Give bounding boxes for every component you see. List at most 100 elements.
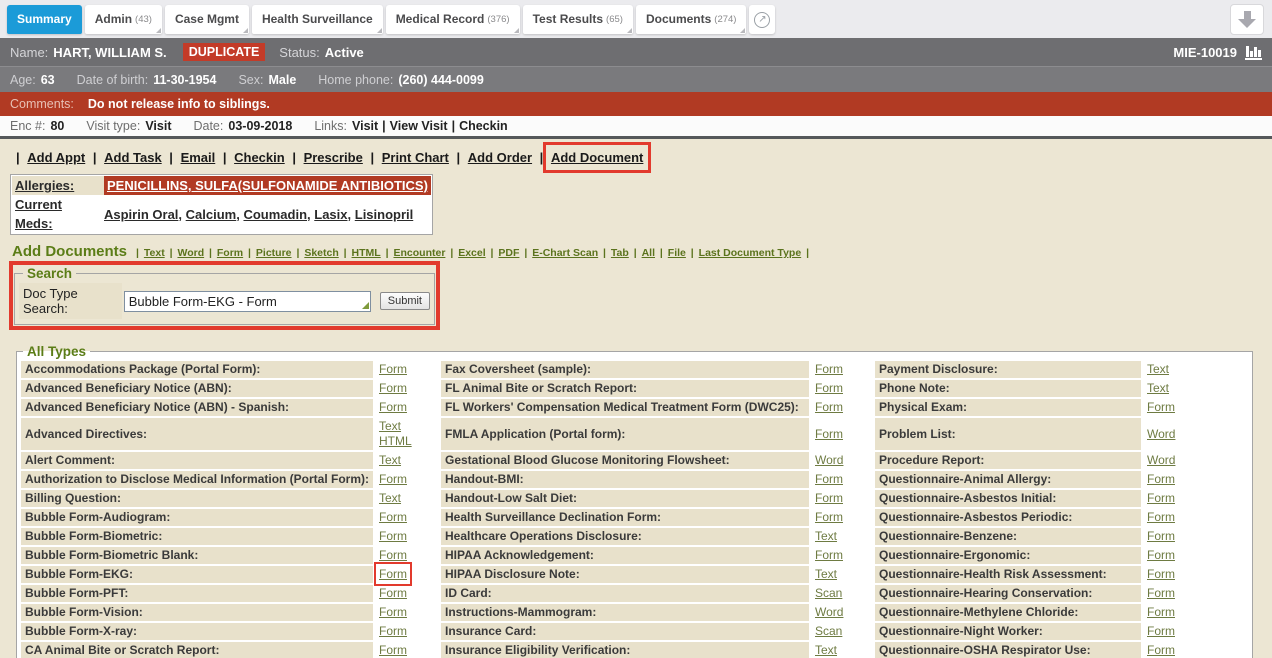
form-link[interactable]: Form bbox=[379, 643, 407, 657]
doc-type-label: Bubble Form-PFT: bbox=[21, 585, 373, 602]
form-link[interactable]: Form bbox=[815, 472, 843, 486]
doc-type-link-cell: Form bbox=[1143, 509, 1199, 526]
bar-chart-icon[interactable] bbox=[1245, 44, 1262, 60]
form-link[interactable]: Form bbox=[379, 624, 407, 638]
tab-health-surveillance[interactable]: Health Surveillance bbox=[252, 5, 383, 34]
scroll-down-button[interactable] bbox=[1230, 4, 1264, 35]
submit-button[interactable]: Submit bbox=[380, 292, 430, 310]
med-link-aspirin-oral[interactable]: Aspirin Oral bbox=[104, 207, 178, 222]
documents-popout-button[interactable]: ↗ bbox=[749, 5, 775, 34]
form-link[interactable]: Form bbox=[1147, 605, 1175, 619]
form-link[interactable]: Form bbox=[1147, 643, 1175, 657]
encounter-link-checkin[interactable]: Checkin bbox=[459, 119, 508, 133]
doc-type-link-form[interactable]: Form bbox=[217, 247, 243, 259]
form-link[interactable]: Form bbox=[815, 491, 843, 505]
scan-link[interactable]: Scan bbox=[815, 624, 842, 638]
text-link[interactable]: Text bbox=[379, 419, 435, 434]
text-link[interactable]: Text bbox=[815, 567, 837, 581]
encounter-link-visit[interactable]: Visit bbox=[352, 119, 378, 133]
form-link[interactable]: Form bbox=[1147, 567, 1175, 581]
doc-type-link-all[interactable]: All bbox=[642, 247, 655, 259]
doc-type-link-excel[interactable]: Excel bbox=[458, 247, 485, 259]
scan-link[interactable]: Scan bbox=[815, 586, 842, 600]
prescribe-link[interactable]: Prescribe bbox=[304, 150, 363, 165]
form-link[interactable]: Form bbox=[379, 605, 407, 619]
tab-admin[interactable]: Admin(43) bbox=[85, 5, 162, 34]
doc-type-link-sketch[interactable]: Sketch bbox=[304, 247, 338, 259]
form-link[interactable]: Form bbox=[1147, 586, 1175, 600]
form-link[interactable]: Form bbox=[815, 400, 843, 414]
text-link[interactable]: Text bbox=[815, 643, 837, 657]
form-link[interactable]: Form bbox=[815, 510, 843, 524]
form-link[interactable]: Form bbox=[379, 362, 407, 376]
doc-type-link-picture[interactable]: Picture bbox=[256, 247, 292, 259]
form-link[interactable]: Form bbox=[1147, 548, 1175, 562]
encounter-bar: Enc #: 80 Visit type: Visit Date: 03-09-… bbox=[0, 116, 1272, 139]
checkin-link[interactable]: Checkin bbox=[234, 150, 285, 165]
tab-documents[interactable]: Documents(274) bbox=[636, 5, 747, 34]
form-link[interactable]: Form bbox=[1147, 529, 1175, 543]
form-link[interactable]: Form bbox=[1147, 400, 1175, 414]
doc-type-search-input[interactable] bbox=[124, 291, 371, 312]
med-link-lasix[interactable]: Lasix bbox=[314, 207, 347, 222]
doc-type-link-pdf[interactable]: PDF bbox=[498, 247, 519, 259]
main-content: | Add Appt | Add Task | Email | Checkin … bbox=[0, 139, 1272, 658]
form-link[interactable]: Form bbox=[379, 381, 407, 395]
word-link[interactable]: Word bbox=[1147, 427, 1175, 441]
form-link[interactable]: Form bbox=[1147, 624, 1175, 638]
allergies-link[interactable]: Allergies: bbox=[15, 178, 74, 193]
tab-summary[interactable]: Summary bbox=[7, 5, 82, 34]
doc-type-link-file[interactable]: File bbox=[668, 247, 686, 259]
text-link[interactable]: Text bbox=[1147, 362, 1169, 376]
doc-type-link-cell: Form bbox=[811, 361, 873, 378]
form-link[interactable]: Form bbox=[379, 400, 407, 414]
add-document-link[interactable]: Add Document bbox=[551, 150, 643, 165]
doc-type-link-cell: Form bbox=[811, 471, 873, 488]
print-chart-link[interactable]: Print Chart bbox=[382, 150, 449, 165]
form-link[interactable]: Form bbox=[815, 362, 843, 376]
form-link[interactable]: Form bbox=[379, 548, 407, 562]
doc-type-link-html[interactable]: HTML bbox=[352, 247, 381, 259]
doc-type-label: Handout-Low Salt Diet: bbox=[441, 490, 809, 507]
word-link[interactable]: Word bbox=[815, 453, 843, 467]
form-link[interactable]: Form bbox=[379, 472, 407, 486]
word-link[interactable]: Word bbox=[815, 605, 843, 619]
tab-case-mgmt[interactable]: Case Mgmt bbox=[165, 5, 249, 34]
allergies-value[interactable]: PENICILLINS, SULFA(SULFONAMIDE ANTIBIOTI… bbox=[104, 176, 431, 195]
current-meds-link[interactable]: Current Meds: bbox=[15, 197, 62, 231]
doc-type-link-text[interactable]: Text bbox=[144, 247, 165, 259]
doc-type-link-tab[interactable]: Tab bbox=[611, 247, 629, 259]
text-link[interactable]: Text bbox=[379, 491, 401, 505]
email-link[interactable]: Email bbox=[181, 150, 216, 165]
form-link[interactable]: Form bbox=[815, 427, 843, 441]
tab-test-results[interactable]: Test Results(65) bbox=[523, 5, 633, 34]
encounter-link-view-visit[interactable]: View Visit bbox=[390, 119, 448, 133]
doc-type-link-encounter[interactable]: Encounter bbox=[393, 247, 445, 259]
med-link-coumadin[interactable]: Coumadin bbox=[243, 207, 307, 222]
text-link[interactable]: Text bbox=[379, 453, 401, 467]
html-link[interactable]: HTML bbox=[379, 434, 435, 449]
med-link-calcium[interactable]: Calcium bbox=[186, 207, 237, 222]
add-task-link[interactable]: Add Task bbox=[104, 150, 162, 165]
doc-type-link-e-chart-scan[interactable]: E-Chart Scan bbox=[532, 247, 598, 259]
med-link-lisinopril[interactable]: Lisinopril bbox=[355, 207, 414, 222]
form-link[interactable]: Form bbox=[1147, 510, 1175, 524]
form-link[interactable]: Form bbox=[379, 529, 407, 543]
form-link[interactable]: Form bbox=[815, 548, 843, 562]
add-appt-link[interactable]: Add Appt bbox=[27, 150, 85, 165]
form-link[interactable]: Form bbox=[815, 381, 843, 395]
doc-type-link-last-document-type[interactable]: Last Document Type bbox=[699, 247, 802, 259]
text-link[interactable]: Text bbox=[1147, 381, 1169, 395]
doc-type-label: Accommodations Package (Portal Form): bbox=[21, 361, 373, 378]
add-order-link[interactable]: Add Order bbox=[468, 150, 532, 165]
form-link[interactable]: Form bbox=[379, 567, 407, 581]
table-row: Advanced Beneficiary Notice (ABN) - Span… bbox=[21, 399, 1248, 416]
form-link[interactable]: Form bbox=[379, 586, 407, 600]
tab-medical-record[interactable]: Medical Record(376) bbox=[386, 5, 520, 34]
form-link[interactable]: Form bbox=[379, 510, 407, 524]
word-link[interactable]: Word bbox=[1147, 453, 1175, 467]
form-link[interactable]: Form bbox=[1147, 491, 1175, 505]
text-link[interactable]: Text bbox=[815, 529, 837, 543]
doc-type-link-word[interactable]: Word bbox=[177, 247, 204, 259]
form-link[interactable]: Form bbox=[1147, 472, 1175, 486]
